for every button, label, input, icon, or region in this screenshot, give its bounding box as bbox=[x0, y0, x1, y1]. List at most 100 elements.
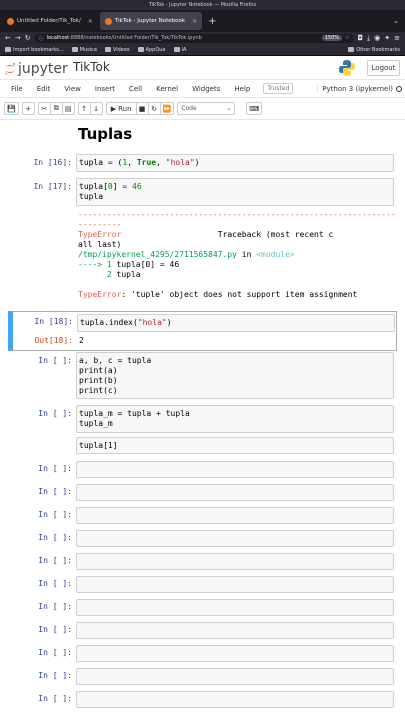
empty-code-cell[interactable]: In [ ]: bbox=[8, 461, 396, 478]
command-palette-button[interactable]: ⌨ bbox=[246, 102, 263, 115]
browser-tab-notebook[interactable]: TikTok - Jupyter Notebook ✕ bbox=[99, 12, 203, 30]
list-all-tabs-icon[interactable]: ⌄ bbox=[393, 17, 399, 25]
browser-tab-folder[interactable]: Untitled Folder/Tik_Tok/ ✕ bbox=[2, 12, 98, 30]
move-cell-up-button[interactable]: ↑ bbox=[77, 102, 91, 115]
cell-type-value: Code bbox=[181, 105, 197, 112]
code-input[interactable] bbox=[76, 576, 394, 593]
trusted-indicator[interactable]: Trusted bbox=[263, 83, 294, 94]
bookmark-videos[interactable]: Videos bbox=[104, 47, 130, 53]
menu-view[interactable]: View bbox=[57, 85, 88, 93]
restart-kernel-button[interactable]: ↻ bbox=[147, 102, 161, 115]
code-input[interactable]: tupla[1] bbox=[76, 437, 394, 454]
run-button[interactable]: ▶ Run bbox=[105, 102, 137, 115]
account-icon[interactable]: ◉ bbox=[374, 34, 380, 42]
code-input[interactable] bbox=[76, 507, 394, 524]
copy-icon: ⧉ bbox=[53, 104, 59, 112]
folder-icon bbox=[173, 47, 180, 52]
new-tab-button[interactable]: + bbox=[208, 16, 216, 27]
paste-icon: ▤ bbox=[64, 104, 72, 113]
close-tab-icon[interactable]: ✕ bbox=[192, 18, 197, 25]
empty-code-cell[interactable]: In [ ]: bbox=[8, 507, 396, 524]
bookmark-import[interactable]: Import bookmarks... bbox=[5, 47, 64, 53]
pocket-icon[interactable]: ◘ bbox=[357, 34, 363, 42]
code-input[interactable] bbox=[76, 461, 394, 478]
extensions-icon[interactable]: ✦ bbox=[384, 34, 390, 42]
other-bookmarks[interactable]: Other Bookmarks bbox=[348, 47, 400, 53]
back-icon[interactable]: ← bbox=[5, 34, 11, 42]
bookmark-star-icon[interactable]: ☆ bbox=[345, 35, 349, 41]
code-input[interactable] bbox=[76, 691, 394, 708]
empty-code-cell[interactable]: In [ ]: bbox=[8, 599, 396, 616]
forward-icon[interactable]: → bbox=[15, 34, 21, 42]
code-input[interactable] bbox=[76, 599, 394, 616]
code-input[interactable]: tupla.index("hola") bbox=[77, 314, 395, 332]
logout-button[interactable]: Logout bbox=[367, 60, 400, 76]
menu-file[interactable]: File bbox=[4, 85, 30, 93]
input-prompt: In [ ]: bbox=[38, 625, 72, 634]
bookmark-ia[interactable]: IA bbox=[173, 47, 186, 53]
empty-code-cell[interactable]: In [ ]: bbox=[8, 576, 396, 593]
code-input[interactable]: tupla = (1, True, "hola") bbox=[76, 154, 394, 172]
code-cell[interactable]: tupla[1] bbox=[8, 437, 396, 455]
jupyter-logo-icon bbox=[5, 63, 15, 75]
url-bar[interactable]: ⓘ localhost:8888/notebooks/Untitled Fold… bbox=[34, 33, 354, 43]
copy-cell-button[interactable]: ⧉ bbox=[49, 102, 63, 115]
navigation-bar: ← → ↻ ⓘ localhost:8888/notebooks/Untitle… bbox=[0, 32, 405, 44]
move-cell-down-button[interactable]: ↓ bbox=[89, 102, 103, 115]
bookmark-appqua[interactable]: AppQua bbox=[137, 47, 166, 53]
empty-code-cell[interactable]: In [ ]: bbox=[8, 484, 396, 501]
close-tab-icon[interactable]: ✕ bbox=[88, 18, 93, 25]
code-input[interactable] bbox=[76, 622, 394, 639]
zoom-level[interactable]: 150% bbox=[321, 35, 342, 41]
jupyter-favicon-icon bbox=[104, 17, 112, 25]
code-input[interactable] bbox=[76, 668, 394, 685]
code-input[interactable] bbox=[76, 484, 394, 501]
menu-insert[interactable]: Insert bbox=[88, 85, 122, 93]
menu-widgets[interactable]: Widgets bbox=[185, 85, 227, 93]
code-input[interactable]: tupla[0] = 46 tupla bbox=[76, 178, 394, 206]
empty-code-cell[interactable]: In [ ]: bbox=[8, 622, 396, 639]
restart-run-all-button[interactable]: ⏩ bbox=[159, 102, 175, 115]
bookmark-musica[interactable]: Musica bbox=[71, 47, 97, 53]
save-button[interactable]: 💾 bbox=[4, 102, 19, 115]
empty-code-cell[interactable]: In [ ]: bbox=[8, 691, 396, 708]
insert-cell-below-button[interactable]: + bbox=[21, 102, 35, 115]
code-input[interactable] bbox=[76, 553, 394, 570]
paste-cell-button[interactable]: ▤ bbox=[61, 102, 75, 115]
fast-forward-icon: ⏩ bbox=[162, 104, 172, 113]
input-prompt: In [ ]: bbox=[38, 409, 72, 418]
keyboard-icon: ⌨ bbox=[249, 104, 260, 113]
arrow-down-icon: ↓ bbox=[93, 104, 100, 113]
code-cell[interactable]: In [ ]: tupla_m = tupla + tupla tupla_m bbox=[8, 405, 396, 433]
selected-code-cell[interactable]: In [18]: tupla.index("hola") Out[18]: 2 bbox=[8, 311, 397, 351]
empty-code-cell[interactable]: In [ ]: bbox=[8, 645, 396, 662]
folder-icon bbox=[348, 47, 355, 52]
menu-bar: File Edit View Insert Cell Kernel Widget… bbox=[0, 80, 405, 98]
code-input[interactable] bbox=[76, 530, 394, 547]
tab-strip: Untitled Folder/Tik_Tok/ ✕ TikTok - Jupy… bbox=[0, 10, 405, 32]
app-menu-icon[interactable]: ≡ bbox=[394, 34, 400, 42]
downloads-icon[interactable]: ⤓ bbox=[367, 34, 370, 43]
scissors-icon: ✂ bbox=[41, 104, 48, 113]
menu-help[interactable]: Help bbox=[227, 85, 257, 93]
jupyter-logo[interactable]: jupyter bbox=[4, 61, 68, 77]
cell-type-select[interactable]: Code ⌄ bbox=[177, 102, 236, 115]
code-input[interactable]: a, b, c = tupla print(a) print(b) print(… bbox=[76, 352, 394, 399]
code-input[interactable] bbox=[76, 645, 394, 662]
import-icon bbox=[5, 47, 11, 52]
empty-code-cell[interactable]: In [ ]: bbox=[8, 530, 396, 547]
input-prompt: In [ ]: bbox=[38, 648, 72, 657]
reload-icon[interactable]: ↻ bbox=[25, 34, 31, 42]
notebook-name[interactable]: TikTok bbox=[73, 60, 110, 74]
code-input[interactable]: tupla_m = tupla + tupla tupla_m bbox=[76, 405, 394, 433]
code-cell[interactable]: In [ ]: a, b, c = tupla print(a) print(b… bbox=[8, 352, 396, 400]
python-logo-icon bbox=[339, 60, 355, 76]
code-cell[interactable]: In [16]: tupla = (1, True, "hola") bbox=[8, 154, 396, 174]
code-cell[interactable]: In [17]: tupla[0] = 46 tupla -----------… bbox=[8, 178, 396, 299]
menu-cell[interactable]: Cell bbox=[122, 85, 149, 93]
empty-code-cell[interactable]: In [ ]: bbox=[8, 668, 396, 685]
menu-kernel[interactable]: Kernel bbox=[149, 85, 185, 93]
site-info-icon[interactable]: ⓘ bbox=[39, 35, 44, 42]
empty-code-cell[interactable]: In [ ]: bbox=[8, 553, 396, 570]
menu-edit[interactable]: Edit bbox=[30, 85, 58, 93]
